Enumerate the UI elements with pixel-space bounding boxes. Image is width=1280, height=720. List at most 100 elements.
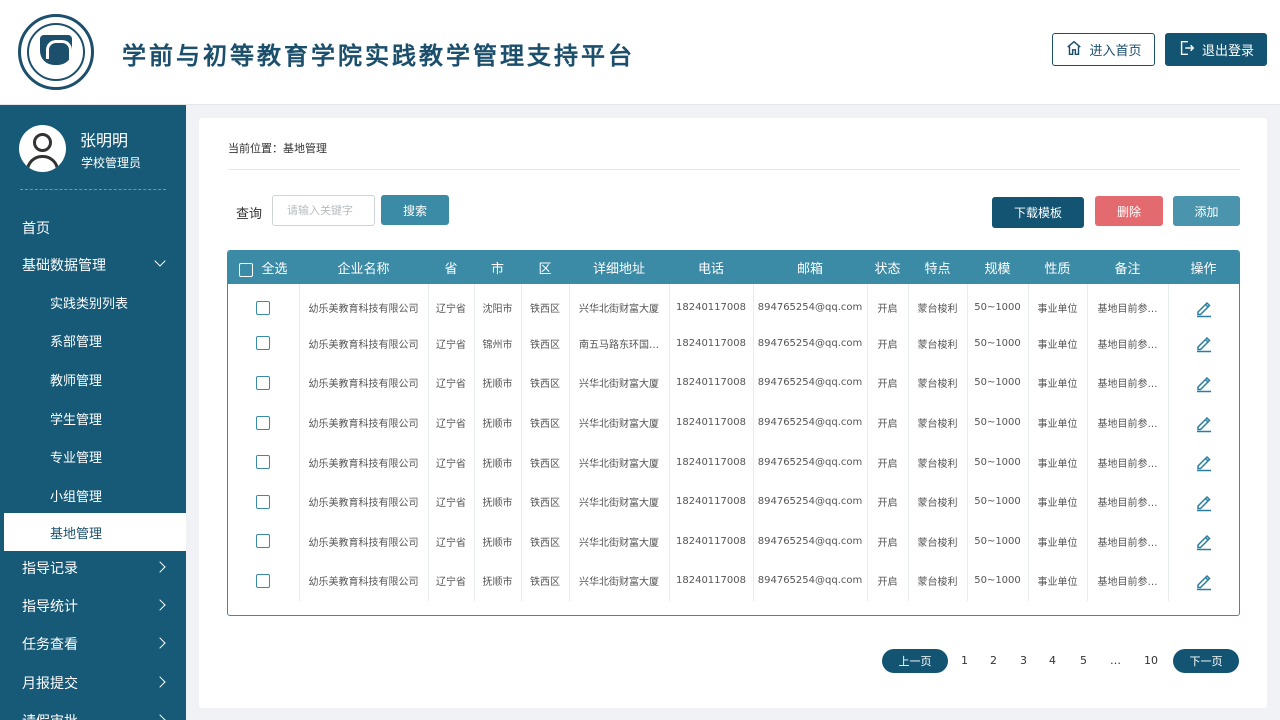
logout-button[interactable]: 退出登录	[1165, 33, 1267, 66]
edit-icon[interactable]	[1194, 452, 1214, 472]
download-template-button[interactable]: 下载模板	[992, 197, 1084, 228]
row-actions-cell	[1168, 442, 1239, 482]
row-checkbox[interactable]	[256, 455, 271, 470]
cell-email: 894765254@qq.com	[753, 363, 868, 403]
cell-district: 铁西区	[521, 323, 570, 364]
sidebar-item-home[interactable]: 首页	[0, 209, 186, 247]
column-header-actions: 操作	[1190, 262, 1217, 277]
breadcrumb-divider	[228, 169, 1240, 170]
cell-status: 开启	[867, 402, 909, 443]
prev-page-button[interactable]: 上一页	[882, 649, 948, 673]
edit-icon[interactable]	[1194, 571, 1214, 591]
query-label: 查询	[236, 207, 263, 222]
sidebar-item-base[interactable]: 基地管理	[4, 513, 186, 551]
cell-address: 南五马路东环国…	[569, 323, 670, 364]
delete-button[interactable]: 删除	[1095, 196, 1163, 226]
user-icon	[33, 133, 52, 152]
breadcrumb: 当前位置：基地管理	[228, 142, 327, 155]
page-number[interactable]: 1	[961, 654, 968, 667]
column-header-select-all[interactable]: 全选	[228, 251, 299, 284]
university-logo	[18, 14, 94, 90]
column-header-phone: 电话	[697, 262, 724, 277]
sidebar-item-department[interactable]: 系部管理	[0, 321, 186, 359]
cell-nature: 事业单位	[1028, 561, 1088, 601]
cell-address: 兴华北街财富大厦	[569, 481, 670, 522]
row-checkbox[interactable]	[256, 573, 271, 588]
row-checkbox[interactable]	[256, 300, 271, 315]
search-input[interactable]	[272, 195, 375, 226]
sidebar-item-leave-approval[interactable]: 请假审批	[0, 702, 186, 720]
add-button[interactable]: 添加	[1173, 196, 1240, 226]
cell-district: 铁西区	[521, 561, 570, 601]
row-checkbox[interactable]	[256, 494, 271, 509]
row-checkbox[interactable]	[256, 375, 271, 390]
edit-icon[interactable]	[1194, 413, 1214, 433]
row-select-cell	[228, 442, 300, 482]
edit-icon[interactable]	[1194, 492, 1214, 512]
row-actions-cell	[1168, 522, 1239, 562]
cell-province: 辽宁省	[428, 323, 475, 364]
cell-province: 辽宁省	[428, 284, 475, 324]
cell-scale: 50~1000	[967, 521, 1029, 562]
next-page-button[interactable]: 下一页	[1173, 649, 1239, 673]
home-button[interactable]: 进入首页	[1052, 33, 1155, 66]
edit-icon[interactable]	[1194, 373, 1214, 393]
search-button[interactable]: 搜索	[381, 195, 449, 225]
cell-company-name: 幼乐美教育科技有限公司	[299, 481, 429, 522]
home-icon	[1065, 39, 1083, 61]
sidebar-item-group[interactable]: 小组管理	[0, 476, 186, 514]
sidebar-item-practice-category[interactable]: 实践类别列表	[0, 283, 186, 321]
cell-address: 兴华北街财富大厦	[569, 363, 670, 403]
edit-icon[interactable]	[1194, 298, 1214, 318]
row-select-cell	[228, 481, 300, 522]
chevron-right-icon	[154, 676, 166, 688]
cell-remark: 基地目前参…	[1087, 323, 1169, 364]
row-select-cell	[228, 323, 300, 364]
table-row: 幼乐美教育科技有限公司 辽宁省 抚顺市 铁西区 兴华北街财富大厦 18240117008 8…	[228, 521, 1239, 562]
page-number[interactable]: 3	[1020, 654, 1027, 667]
cell-company-name: 幼乐美教育科技有限公司	[299, 561, 429, 601]
cell-status: 开启	[867, 521, 909, 562]
page-number[interactable]: 4	[1049, 654, 1056, 667]
sidebar-item-monthly-report[interactable]: 月报提交	[0, 664, 186, 702]
sidebar-item-major[interactable]: 专业管理	[0, 437, 186, 475]
sidebar-item-guidance-stats[interactable]: 指导统计	[0, 587, 186, 625]
cell-company-name: 幼乐美教育科技有限公司	[299, 363, 429, 403]
column-header-nature: 性质	[1044, 262, 1071, 277]
sidebar-item-basic-data[interactable]: 基础数据管理	[0, 246, 186, 284]
page-number[interactable]: 2	[990, 654, 997, 667]
row-checkbox[interactable]	[256, 336, 271, 351]
cell-remark: 基地目前参…	[1087, 442, 1169, 482]
row-actions-cell	[1168, 363, 1239, 403]
cell-phone: 18240117008	[669, 284, 754, 324]
cell-phone: 18240117008	[669, 442, 754, 482]
sidebar-item-teacher[interactable]: 教师管理	[0, 360, 186, 398]
edit-icon[interactable]	[1194, 531, 1214, 551]
row-select-cell	[228, 363, 300, 403]
column-header-city: 市	[490, 262, 504, 277]
sidebar-item-tasks[interactable]: 任务查看	[0, 625, 186, 663]
cell-feature: 蒙台梭利	[908, 363, 968, 403]
chevron-down-icon	[154, 255, 166, 267]
cell-scale: 50~1000	[967, 323, 1029, 364]
cell-province: 辽宁省	[428, 442, 475, 482]
chevron-right-icon	[154, 637, 166, 649]
sidebar-item-guidance-record[interactable]: 指导记录	[0, 549, 186, 587]
cell-city: 抚顺市	[474, 363, 522, 403]
row-checkbox[interactable]	[256, 415, 271, 430]
cell-status: 开启	[867, 363, 909, 403]
cell-company-name: 幼乐美教育科技有限公司	[299, 402, 429, 443]
row-checkbox[interactable]	[256, 534, 271, 549]
page-number[interactable]: 10	[1144, 654, 1158, 667]
select-all-checkbox[interactable]	[239, 262, 254, 277]
column-header-feature: 特点	[924, 262, 951, 277]
table-row: 幼乐美教育科技有限公司 辽宁省 锦州市 铁西区 南五马路东环国… 18240117008 8…	[228, 323, 1239, 364]
sidebar: 张明明 学校管理员 首页 基础数据管理 实践类别列表 系部管理 教师管理 学生管…	[0, 105, 186, 720]
page-number[interactable]: 5	[1080, 654, 1087, 667]
edit-icon[interactable]	[1194, 333, 1214, 353]
cell-company-name: 幼乐美教育科技有限公司	[299, 323, 429, 364]
cell-district: 铁西区	[521, 481, 570, 522]
cell-scale: 50~1000	[967, 481, 1029, 522]
cell-scale: 50~1000	[967, 442, 1029, 482]
sidebar-item-student[interactable]: 学生管理	[0, 399, 186, 437]
